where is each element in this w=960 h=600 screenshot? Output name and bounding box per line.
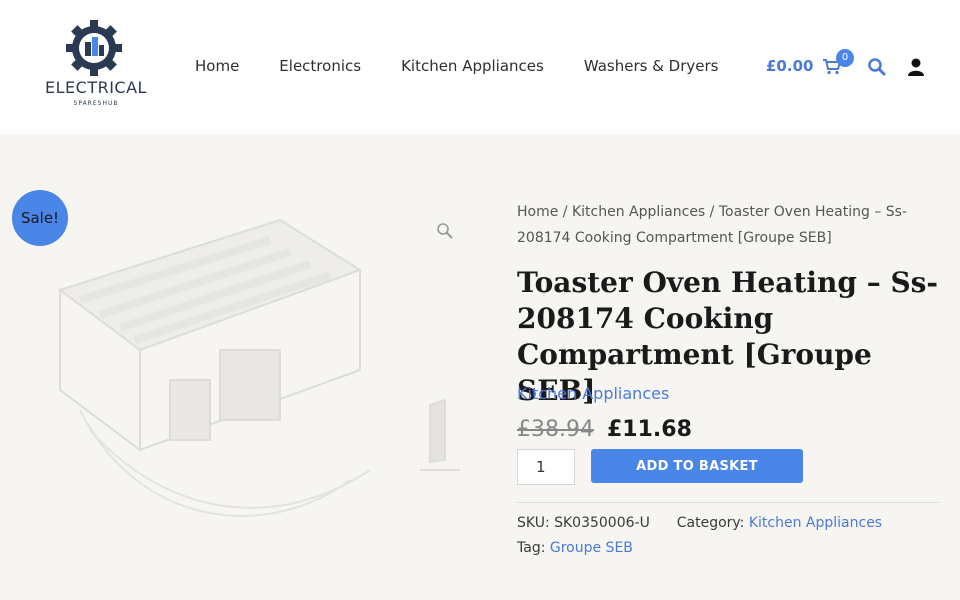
product-meta: SKU: SK0350006-U Category: Kitchen Appli… [517,515,882,531]
breadcrumb-category[interactable]: Kitchen Appliances [572,204,705,220]
site-logo[interactable]: ELECTRICAL SPARESHUB [44,18,148,114]
cart-count-badge: 0 [836,49,854,67]
add-to-basket-button[interactable]: ADD TO BASKET [591,449,803,483]
product-category-link[interactable]: Kitchen Appliances [517,384,669,403]
price-row: £38.94 £11.68 [517,417,692,442]
cart-total[interactable]: £0.00 [766,57,813,75]
nav-item-kitchen-appliances[interactable]: Kitchen Appliances [401,57,544,75]
breadcrumb-separator: / [705,204,719,220]
sale-price: £11.68 [606,417,692,442]
brand-tagline: SPARESHUB [73,100,119,107]
magnifier-icon[interactable] [436,222,454,240]
breadcrumb-separator: / [558,204,572,220]
sku-label: SKU: [517,515,550,531]
breadcrumb: Home / Kitchen Appliances / Toaster Oven… [517,199,927,251]
tag-value-link[interactable]: Groupe SEB [550,540,633,556]
tag-label: Tag: [517,540,546,556]
divider [517,502,939,503]
site-header: ELECTRICAL SPARESHUB Home Electronics Ki… [0,0,960,134]
nav-item-washers-dryers[interactable]: Washers & Dryers [584,57,719,75]
category-label: Category: [676,515,745,531]
sale-badge: Sale! [12,190,68,246]
quantity-input[interactable] [517,449,575,485]
brand-name: ELECTRICAL [45,78,147,97]
user-icon[interactable] [906,57,926,77]
nav-item-home[interactable]: Home [195,57,239,75]
sku-value: SK0350006-U [554,515,650,531]
search-icon[interactable] [867,57,887,77]
old-price: £38.94 [517,417,594,442]
breadcrumb-home[interactable]: Home [517,204,558,220]
product-tags: Tag: Groupe SEB [517,540,633,556]
main-nav: Home Electronics Kitchen Appliances Wash… [195,57,718,75]
category-value-link[interactable]: Kitchen Appliances [749,515,882,531]
product-image[interactable] [20,200,480,580]
nav-item-electronics[interactable]: Electronics [279,57,361,75]
gear-building-logo-icon [66,20,122,76]
